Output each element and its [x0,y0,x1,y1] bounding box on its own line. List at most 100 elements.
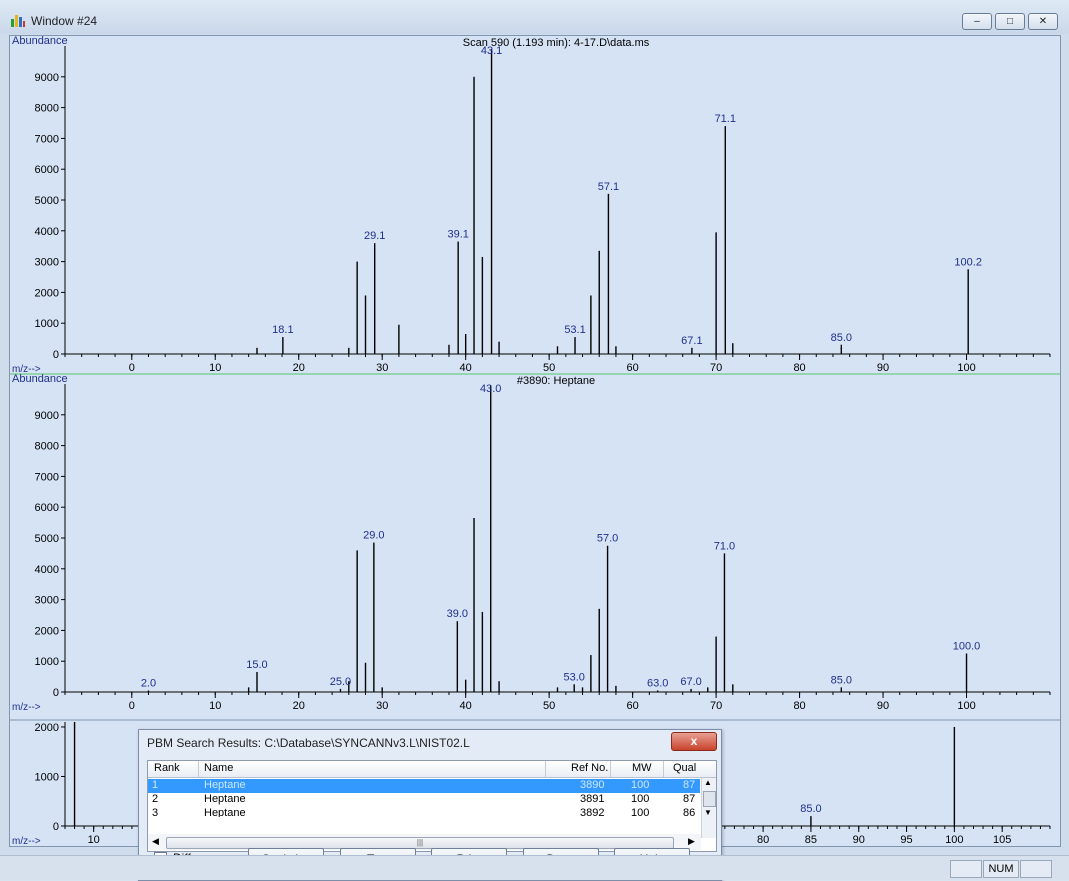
column-header-mw[interactable]: MW [632,762,652,774]
maximize-icon: □ [1006,16,1014,27]
x-tick-label: 70 [710,362,722,374]
y-tick-label: 5000 [35,533,59,545]
maximize-button[interactable]: □ [995,13,1025,30]
x-tick-label: 90 [853,834,865,846]
peak-label: 43.1 [481,45,502,57]
row-name: Heptane [204,807,246,817]
row-rank: 2 [152,793,159,805]
num-lock-indicator: NUM [983,860,1019,878]
y-tick-label: 3000 [35,257,59,269]
peak-label: 67.0 [680,676,701,688]
results-table-header: Rank Name Ref No. MW Qual [148,761,716,778]
x-tick-label: 60 [627,362,639,374]
x-tick-label: 85 [805,834,817,846]
y-axis-label: Abundance [12,373,68,385]
minimize-button[interactable]: – [962,13,992,30]
row-name: Heptane [204,793,246,805]
y-tick-label: 0 [53,687,59,699]
peak-label: 18.1 [272,324,293,336]
table-row[interactable]: 3 Heptane 3892 100 86 [148,807,700,817]
peak-label: 53.0 [563,671,584,683]
y-tick-label: 1000 [35,656,59,668]
peak-label: 63.0 [647,677,668,689]
y-tick-label: 8000 [35,103,59,115]
y-tick-label: 5000 [35,195,59,207]
y-tick-label: 4000 [35,564,59,576]
main-window: Window #24 – □ ✕ Abundance Scan 590 (1.19… [0,0,1069,881]
chart-title: #3890: Heptane [517,375,595,387]
x-tick-label: 30 [376,700,388,712]
peak-label: 39.0 [447,608,468,620]
peak-label: 85.0 [831,674,852,686]
column-header-qual[interactable]: Qual [673,762,696,774]
table-row[interactable]: 1 Heptane 3890 100 87 [148,779,700,793]
peak-label: 29.1 [364,230,385,242]
x-tick-label: 70 [710,700,722,712]
y-tick-label: 7000 [35,471,59,483]
vertical-scroll-thumb[interactable] [703,791,716,807]
status-pane [950,860,982,878]
y-tick-label: 0 [53,821,59,833]
scroll-left-icon[interactable]: ◀ [152,836,159,847]
x-tick-label: 10 [209,362,221,374]
x-tick-label: 30 [376,362,388,374]
peak-label: 25.0 [330,676,351,688]
minimize-icon: – [974,16,980,27]
x-tick-label: 20 [293,700,305,712]
scroll-right-icon[interactable]: ▶ [688,836,695,847]
x-tick-label: 80 [793,700,805,712]
window-title: Window #24 [31,14,98,28]
dialog-title: PBM Search Results: C:\Database\SYNCANNv… [147,736,470,750]
column-header-name[interactable]: Name [204,762,233,774]
column-header-rank[interactable]: Rank [154,762,180,774]
x-tick-label: 50 [543,362,555,374]
y-tick-label: 6000 [35,502,59,514]
row-rank: 3 [152,807,159,817]
x-tick-label: 90 [877,700,889,712]
peak-label: 57.1 [598,181,619,193]
y-tick-label: 4000 [35,226,59,238]
scroll-down-icon[interactable]: ▼ [704,808,712,817]
x-tick-label: 100 [957,362,975,374]
spectra-panel: Abundance Scan 590 (1.193 min): 4-17.D\da… [9,35,1061,847]
peak-label: 85.0 [831,332,852,344]
scroll-up-icon[interactable]: ▲ [704,778,712,787]
dialog-close-button[interactable]: x [671,732,717,751]
spectrum-plot-2 [61,384,1051,698]
close-button[interactable]: ✕ [1028,13,1058,30]
title-bar[interactable]: Window #24 – □ ✕ [0,0,1069,34]
vertical-scrollbar[interactable]: ▲ ▼ [701,778,716,838]
peak-label: 57.0 [597,533,618,545]
x-tick-label: 100 [957,700,975,712]
y-tick-label: 2000 [35,287,59,299]
results-table[interactable]: Rank Name Ref No. MW Qual 1 Heptane 3890… [147,760,717,852]
y-tick-label: 8000 [35,441,59,453]
peak-label: 100.2 [954,256,982,268]
y-tick-label: 2000 [35,625,59,637]
peak-label: 67.1 [681,335,702,347]
x-tick-label: 100 [945,834,963,846]
y-tick-label: 0 [53,349,59,361]
x-tick-label: 105 [993,834,1011,846]
y-tick-label: 9000 [35,72,59,84]
x-tick-label: 10 [88,834,100,846]
y-tick-label: 7000 [35,133,59,145]
x-tick-label: 10 [209,700,221,712]
y-tick-label: 1000 [35,318,59,330]
y-tick-label: 3000 [35,595,59,607]
x-tick-label: 20 [293,362,305,374]
table-row[interactable]: 2 Heptane 3891 100 87 [148,793,700,807]
x-axis-label: m/z--> [12,836,41,846]
y-tick-label: 6000 [35,164,59,176]
row-ref-no: 3892 [580,807,605,817]
column-header-ref-no[interactable]: Ref No. [571,762,608,774]
x-tick-label: 40 [460,362,472,374]
x-tick-label: 60 [627,700,639,712]
peak-label: 71.0 [714,540,735,552]
row-ref-no: 3890 [580,779,605,791]
x-tick-label: 40 [460,700,472,712]
y-tick-label: 1000 [35,771,59,783]
y-axis-label: Abundance [12,36,68,47]
x-tick-label: 0 [129,362,135,374]
y-tick-label: 2000 [35,722,59,734]
